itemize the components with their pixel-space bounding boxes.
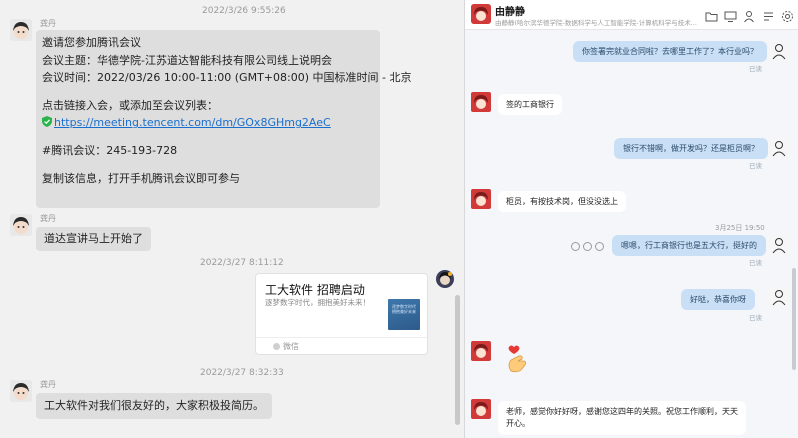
chat-message[interactable]: 柜员，有按技术岗，但没没选上 [498,191,626,212]
contact-avatar[interactable] [471,399,491,419]
read-status: 已读 [749,65,762,73]
invite-copy-hint: 复制该信息，打开手机腾讯会议即可参与 [42,171,240,185]
contact-avatar[interactable] [471,92,491,112]
read-status: 已读 [749,314,762,322]
card-source: 微信 [283,342,299,351]
chat-message[interactable]: 道达宣讲马上开始了 [36,227,151,251]
self-avatar[interactable] [436,270,454,288]
reply-icon[interactable] [571,242,580,251]
avatar[interactable] [10,19,32,41]
contact-avatar[interactable] [471,4,491,24]
avatar[interactable] [10,380,32,402]
invite-link-hint: 点击链接入会，或添加至会议列表： [42,98,218,112]
chat-header: 由静静 由静静(哈尔滨华德学院-数据科学与人工智能学院-计算机科学与技术... [465,0,798,30]
avatar[interactable] [10,214,32,236]
timestamp: 3月25日 19:50 [715,224,765,232]
settings-icon[interactable] [781,8,794,22]
timestamp: 2022/3/27 8:11:12 [200,258,284,268]
finger-heart-sticker[interactable] [505,345,531,373]
sender-name: 龚丹 [40,19,56,28]
card-title: 工大软件 招聘启动 [265,283,365,297]
meeting-invite-message[interactable]: 邀请您参加腾讯会议 会议主题：华德学院-江苏道达智能科技有限公司线上说明会 会议… [36,30,412,208]
read-status: 已读 [749,162,762,170]
timestamp: 2022/3/26 9:55:26 [202,6,286,16]
emoji-reaction-icon[interactable] [583,242,592,251]
shield-check-icon [42,115,52,128]
contact-subtitle: 由静静(哈尔滨华德学院-数据科学与人工智能学院-计算机科学与技术... [495,19,697,27]
note-icon[interactable] [762,8,775,21]
contact-avatar[interactable] [471,189,491,209]
wechat-mini-icon [273,343,280,350]
sender-name: 龚丹 [40,214,56,223]
chat-message[interactable]: 工大软件对我们很友好的，大家积极投简历。 [36,393,272,419]
timestamp: 2022/3/27 8:32:33 [200,368,284,378]
invite-topic: 会议主题：华德学院-江苏道达智能科技有限公司线上说明会 [42,53,332,67]
share-card[interactable]: 工大软件 招聘启动 逐梦数字时代，拥抱美好未来！ 逐梦数字时代 拥抱美好未来 微… [255,273,428,355]
self-avatar[interactable] [769,287,789,307]
read-status: 已读 [749,259,762,267]
wechat-chat-panel: 2022/3/26 9:55:26 龚丹 邀请您参加腾讯会议 会议主题：华德学院… [0,0,464,438]
scrollbar[interactable] [455,295,460,425]
self-avatar[interactable] [769,41,789,61]
scrollbar[interactable] [792,268,796,370]
chat-message[interactable]: 好哒，恭喜你呀 [681,289,755,310]
self-avatar[interactable] [769,138,789,158]
sender-name: 龚丹 [40,380,56,389]
folder-icon[interactable] [705,8,718,22]
self-avatar[interactable] [769,235,789,255]
add-user-icon[interactable] [743,8,756,23]
more-icon[interactable] [595,242,604,251]
invite-time: 会议时间：2022/03/26 10:00-11:00 (GMT+08:00) … [42,71,412,85]
chat-message[interactable]: 你签署完就业合同啦？去哪里工作了？本行业吗？ [573,41,767,62]
qq-chat-panel: 由静静 由静静(哈尔滨华德学院-数据科学与人工智能学院-计算机科学与技术... … [464,0,798,438]
invite-title: 邀请您参加腾讯会议 [42,36,141,49]
message-line: 老师，感觉你好好呀，感谢您这四年的关照。祝您工作顺利，天天 [506,407,738,416]
invite-meeting-id: #腾讯会议：245-193-728 [42,143,178,157]
card-footer: 微信 [256,337,427,354]
chat-message[interactable]: 签的工商银行 [498,94,562,115]
screen-icon[interactable] [724,8,737,22]
card-description: 逐梦数字时代，拥抱美好未来！ [265,298,370,307]
contact-name: 由静静 [495,7,525,18]
chat-message[interactable]: 嗯嗯，行工商银行也是五大行，挺好的 [612,235,766,256]
chat-message[interactable]: 银行不错啊，做开发吗？还是柜员啊？ [614,138,768,159]
meeting-link[interactable]: https://meeting.tencent.com/dm/GOx8GHmg2… [54,116,331,129]
message-line: 开心。 [506,419,530,428]
chat-message[interactable]: 老师，感觉你好好呀，感谢您这四年的关照。祝您工作顺利，天天 开心。 [498,401,746,435]
card-thumbnail: 逐梦数字时代 拥抱美好未来 [388,299,420,330]
contact-avatar[interactable] [471,341,491,361]
